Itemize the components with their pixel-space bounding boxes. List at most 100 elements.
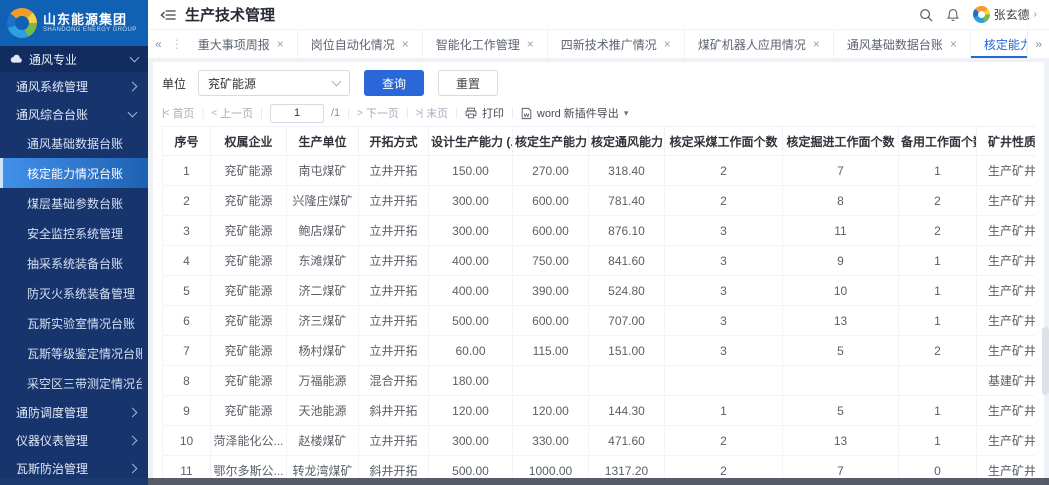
sidebar-item-label: 安全监控系统管理 bbox=[27, 225, 123, 242]
tab-label: 智能化工作管理 bbox=[436, 36, 520, 53]
table-cell: 400.00 bbox=[429, 246, 513, 276]
tab-close-icon[interactable]: × bbox=[950, 38, 957, 50]
sidebar-item[interactable]: 采空区三带测定情况台账 bbox=[0, 368, 148, 398]
table-cell: 菏泽能化公... bbox=[211, 426, 287, 456]
user-menu[interactable]: 张玄德 › bbox=[973, 6, 1037, 23]
tabs-collapse-icon[interactable]: « bbox=[148, 30, 169, 58]
horizontal-scrollbar[interactable] bbox=[0, 478, 1049, 485]
chevron-right-icon bbox=[128, 435, 138, 445]
table-cell: 8 bbox=[163, 366, 211, 396]
tab-close-icon[interactable]: × bbox=[527, 38, 534, 50]
table-cell: 2 bbox=[665, 156, 783, 186]
divider: | bbox=[406, 107, 409, 119]
tabs-overflow-icon[interactable]: » bbox=[1027, 30, 1049, 58]
printer-icon bbox=[465, 107, 477, 119]
tabs-more-icon: ⋮ bbox=[169, 30, 185, 58]
sidebar-item[interactable]: 煤层基础参数台账 bbox=[0, 188, 148, 218]
sidebar-item[interactable]: 核定能力情况台账 bbox=[0, 158, 148, 188]
table-cell: 济二煤矿 bbox=[287, 276, 359, 306]
table-cell: 2 bbox=[899, 216, 977, 246]
sidebar-item[interactable]: 瓦斯等级鉴定情况台账 bbox=[0, 338, 148, 368]
tab-label: 重大事项周报 bbox=[198, 36, 270, 53]
sidebar-item[interactable]: 通风综合台账 bbox=[0, 100, 148, 128]
tab-close-icon[interactable]: × bbox=[664, 38, 671, 50]
column-header: 设计生产能力 (... bbox=[429, 127, 513, 156]
table-cell: 144.30 bbox=[589, 396, 665, 426]
table-cell: 生产矿井 bbox=[977, 216, 1036, 246]
table-cell: 600.00 bbox=[513, 216, 589, 246]
tab[interactable]: 四新技术推广情况 × bbox=[548, 30, 685, 58]
table-cell: 5 bbox=[783, 336, 899, 366]
page-input[interactable] bbox=[270, 104, 324, 123]
sidebar-item[interactable]: 安全监控系统管理 bbox=[0, 218, 148, 248]
table-cell: 781.40 bbox=[589, 186, 665, 216]
sidebar-item[interactable]: 通风基础数据台账 bbox=[0, 128, 148, 158]
sidebar-item-label: 瓦斯实验室情况台账 bbox=[27, 315, 135, 332]
table-cell: 9 bbox=[783, 246, 899, 276]
column-header: 备用工作面个数 bbox=[899, 127, 977, 156]
tab[interactable]: 核定能力情况台账× bbox=[971, 30, 1027, 58]
pagination-prev[interactable]: <上一页 bbox=[211, 105, 253, 121]
tab[interactable]: 通风基础数据台账× bbox=[834, 30, 971, 58]
table-cell: 立井开拓 bbox=[359, 216, 429, 246]
search-button[interactable]: 查询 bbox=[364, 70, 424, 96]
table-cell: 7 bbox=[163, 336, 211, 366]
table-cell: 生产矿井 bbox=[977, 336, 1036, 366]
table-cell: 兖矿能源 bbox=[211, 246, 287, 276]
tab-close-icon[interactable]: × bbox=[813, 38, 820, 50]
cloud-icon bbox=[10, 54, 23, 64]
table-cell: 生产矿井 bbox=[977, 306, 1036, 336]
sidebar-item-label: 通防调度管理 bbox=[16, 404, 88, 421]
tab-label: 四新技术推广情况 bbox=[561, 36, 657, 53]
table-cell: 10 bbox=[783, 276, 899, 306]
table-cell: 13 bbox=[783, 426, 899, 456]
table-row: 8兖矿能源万福能源混合开拓180.00基建矿井 bbox=[163, 366, 1036, 396]
table-cell: 鲍店煤矿 bbox=[287, 216, 359, 246]
tab[interactable]: 智能化工作管理 × bbox=[423, 30, 548, 58]
table-cell: 生产矿井 bbox=[977, 276, 1036, 306]
tab-close-icon[interactable]: × bbox=[402, 38, 409, 50]
column-header: 开拓方式 bbox=[359, 127, 429, 156]
table-cell: 兖矿能源 bbox=[211, 336, 287, 366]
sidebar-item[interactable]: 瓦斯实验室情况台账 bbox=[0, 308, 148, 338]
table-cell: 兖矿能源 bbox=[211, 396, 287, 426]
sidebar-item[interactable]: 通防调度管理 bbox=[0, 398, 148, 426]
table-cell: 万福能源 bbox=[287, 366, 359, 396]
pagination-next[interactable]: >下一页 bbox=[357, 105, 399, 121]
table-cell: 400.00 bbox=[429, 276, 513, 306]
caret-down-icon: ▾ bbox=[624, 108, 629, 119]
table-cell: 1 bbox=[899, 396, 977, 426]
reset-button[interactable]: 重置 bbox=[438, 70, 498, 96]
sidebar-collapse-icon[interactable] bbox=[160, 8, 176, 22]
sidebar-menu: 通风专业通风系统管理通风综合台账通风基础数据台账核定能力情况台账煤层基础参数台账… bbox=[0, 46, 148, 485]
pagination-last[interactable]: >|末页 bbox=[416, 105, 448, 121]
table-cell: 7 bbox=[783, 156, 899, 186]
table-cell: 3 bbox=[665, 306, 783, 336]
unit-select[interactable]: 兖矿能源 bbox=[198, 70, 350, 96]
tab-close-icon[interactable]: × bbox=[277, 38, 284, 50]
search-icon[interactable] bbox=[919, 8, 933, 22]
table-cell: 赵楼煤矿 bbox=[287, 426, 359, 456]
table-row: 10菏泽能化公...赵楼煤矿立井开拓300.00330.00471.602131… bbox=[163, 426, 1036, 456]
sidebar-item[interactable]: 仪器仪表管理 bbox=[0, 426, 148, 454]
pagination-first[interactable]: |<首页 bbox=[162, 105, 194, 121]
print-button[interactable]: 打印 bbox=[465, 105, 504, 121]
table-cell: 3 bbox=[163, 216, 211, 246]
vertical-scrollbar[interactable] bbox=[1042, 327, 1049, 395]
sidebar-item[interactable]: 通风专业 bbox=[0, 46, 148, 72]
table-cell: 生产矿井 bbox=[977, 246, 1036, 276]
chevron-right-icon bbox=[128, 81, 138, 91]
tab[interactable]: 煤矿机器人应用情况× bbox=[685, 30, 834, 58]
column-header: 核定掘进工作面个数 bbox=[783, 127, 899, 156]
sidebar-item[interactable]: 抽采系统装备台账 bbox=[0, 248, 148, 278]
sidebar-item[interactable]: 防灭火系统装备管理 bbox=[0, 278, 148, 308]
table-row: 4兖矿能源东滩煤矿立井开拓400.00750.00841.60391生产矿井 bbox=[163, 246, 1036, 276]
bell-icon[interactable] bbox=[946, 8, 960, 22]
sidebar-item-label: 仪器仪表管理 bbox=[16, 432, 88, 449]
tab[interactable]: 重大事项周报 × bbox=[185, 30, 298, 58]
word-export-button[interactable]: word 新插件导出 ▾ bbox=[521, 105, 628, 121]
table-row: 2兖矿能源兴隆庄煤矿立井开拓300.00600.00781.40282生产矿井 bbox=[163, 186, 1036, 216]
tab[interactable]: 岗位自动化情况× bbox=[298, 30, 423, 58]
brand-tagline: SHANDONG ENERGY GROUP bbox=[43, 27, 137, 34]
sidebar-item[interactable]: 通风系统管理 bbox=[0, 72, 148, 100]
